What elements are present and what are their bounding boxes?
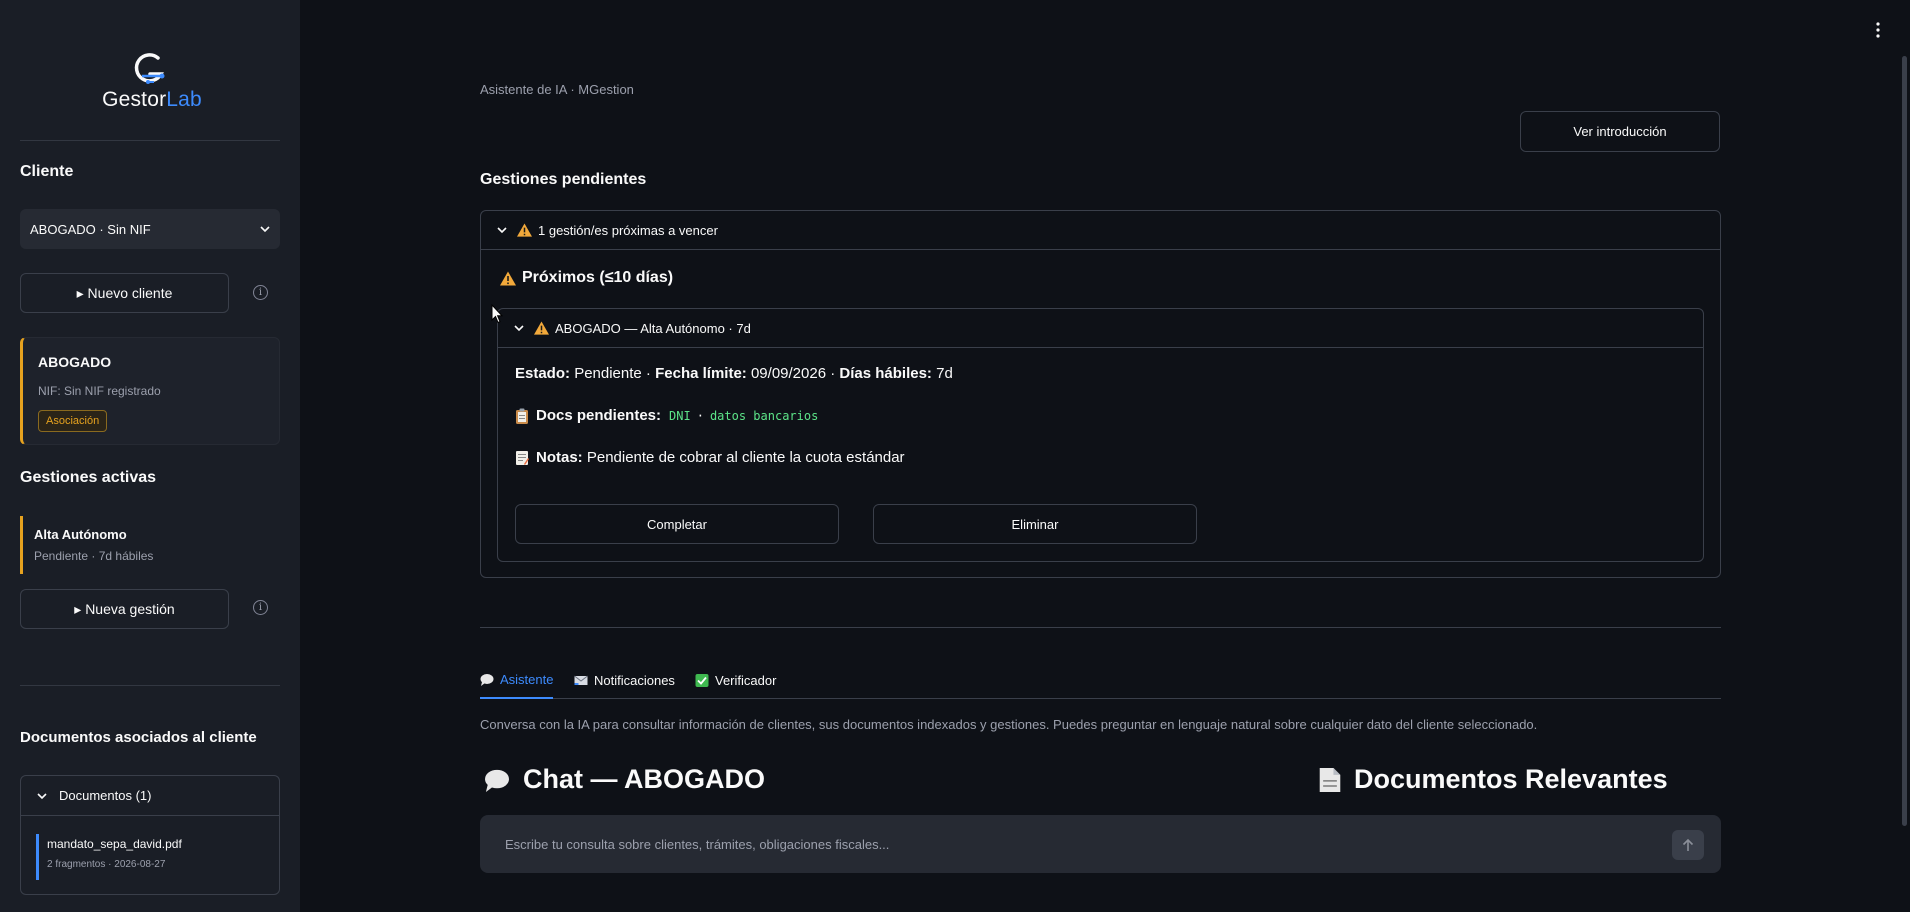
notes-label: Notas: bbox=[536, 449, 583, 466]
chevron-down-icon bbox=[497, 227, 507, 234]
dias-label: Días hábiles: bbox=[839, 365, 932, 382]
pending-doc-separator: · bbox=[696, 408, 704, 423]
speech-bubble-icon bbox=[485, 769, 509, 792]
new-gestion-button[interactable]: ▸ Nueva gestión bbox=[20, 589, 229, 629]
gestorlab-logo-icon bbox=[134, 53, 165, 84]
document-filename: mandato_sepa_david.pdf bbox=[47, 837, 182, 851]
tab-label: Asistente bbox=[500, 672, 554, 687]
speech-bubble-icon bbox=[480, 674, 494, 686]
pending-doc-1: DNI bbox=[669, 408, 691, 423]
new-client-button[interactable]: ▸ Nuevo cliente bbox=[20, 273, 229, 313]
tab-label: Notificaciones bbox=[594, 673, 675, 688]
sidebar-divider bbox=[20, 140, 280, 141]
chat-title: Chat — ABOGADO bbox=[523, 764, 765, 794]
client-nif: NIF: Sin NIF registrado bbox=[38, 384, 161, 398]
pending-doc-2: datos bancarios bbox=[709, 408, 819, 423]
info-icon[interactable]: i bbox=[253, 600, 268, 615]
complete-button[interactable]: Completar bbox=[515, 504, 839, 544]
dias-value: 7d bbox=[936, 365, 953, 382]
document-icon bbox=[1319, 767, 1341, 792]
app-logo: GestorLab bbox=[92, 52, 212, 112]
active-gestion-title: Alta Autónomo bbox=[34, 527, 127, 542]
client-select[interactable]: ABOGADO · Sin NIF bbox=[20, 209, 280, 249]
tab-description: Conversa con la IA para consultar inform… bbox=[480, 717, 1538, 732]
pending-title: Gestiones pendientes bbox=[480, 171, 647, 188]
proximos-heading: Próximos (≤10 días) bbox=[500, 269, 673, 287]
arrow-up-icon bbox=[1682, 838, 1694, 851]
chevron-down-icon bbox=[37, 792, 47, 799]
kebab-menu-icon[interactable] bbox=[1874, 20, 1882, 40]
pending-expander-header[interactable]: 1 gestión/es próximas a vencer bbox=[481, 211, 1720, 250]
breadcrumb: Asistente de IA · MGestion bbox=[480, 82, 634, 97]
warning-icon bbox=[534, 321, 549, 335]
pending-docs-code: DNI · datos bancarios bbox=[669, 409, 818, 423]
fecha-value: 09/09/2026 · bbox=[750, 365, 836, 382]
document-meta: 2 fragmentos · 2026-08-27 bbox=[47, 859, 166, 870]
relevant-docs-title: Documentos Relevantes bbox=[1354, 764, 1668, 794]
proximos-title: Próximos (≤10 días) bbox=[522, 269, 674, 286]
gestion-item-header[interactable]: ABOGADO — Alta Autónomo · 7d bbox=[498, 309, 1703, 348]
client-type-badge: Asociación bbox=[38, 410, 108, 432]
docs-expander-label: Documentos (1) bbox=[59, 788, 152, 803]
info-icon[interactable]: i bbox=[253, 285, 268, 300]
chat-input-placeholder: Escribe tu consulta sobre clientes, trám… bbox=[505, 836, 890, 852]
fecha-label: Fecha límite: bbox=[655, 365, 747, 382]
scrollbar[interactable] bbox=[1902, 56, 1907, 826]
send-button[interactable] bbox=[1672, 830, 1704, 860]
estado-value: Pendiente · bbox=[574, 365, 651, 382]
active-gestiones-heading: Gestiones activas bbox=[20, 469, 157, 486]
relevant-docs-heading: Documentos Relevantes bbox=[1318, 764, 1668, 795]
client-name: ABOGADO bbox=[38, 354, 112, 370]
gestion-item-expander: ABOGADO — Alta Autónomo · 7d Estado: Pen… bbox=[497, 308, 1704, 562]
delete-button[interactable]: Eliminar bbox=[873, 504, 1197, 544]
chevron-down-icon bbox=[514, 325, 524, 332]
docs-pending-label: Docs pendientes: bbox=[536, 407, 662, 424]
tab-asistente[interactable]: Asistente bbox=[480, 662, 554, 699]
tab-label: Verificador bbox=[715, 673, 777, 688]
pending-expander: 1 gestión/es próximas a vencer Próximos … bbox=[480, 210, 1721, 578]
document-item[interactable]: mandato_sepa_david.pdf 2 fragmentos · 20… bbox=[36, 834, 182, 880]
chevron-down-icon bbox=[260, 226, 270, 233]
client-heading: Cliente bbox=[20, 163, 74, 180]
envelope-icon bbox=[574, 675, 588, 685]
chat-heading: Chat — ABOGADO bbox=[483, 764, 765, 795]
gestion-item-label: ABOGADO — Alta Autónomo · 7d bbox=[555, 320, 751, 336]
sidebar-divider bbox=[20, 685, 280, 686]
notes-value: Pendiente de cobrar al cliente la cuota … bbox=[586, 449, 905, 466]
estado-label: Estado: bbox=[515, 365, 571, 382]
tab-bar: Asistente Notificaciones Verificador bbox=[480, 662, 1721, 699]
mouse-cursor-icon bbox=[491, 304, 503, 324]
client-card: ABOGADO NIF: Sin NIF registrado Asociaci… bbox=[20, 337, 280, 445]
warning-icon bbox=[517, 223, 532, 237]
tab-verificador[interactable]: Verificador bbox=[695, 662, 776, 699]
pending-expander-label: 1 gestión/es próximas a vencer bbox=[538, 222, 718, 238]
docs-expander-header[interactable]: Documentos (1) bbox=[21, 776, 279, 816]
logo-text: GestorLab bbox=[102, 88, 202, 111]
clipboard-icon bbox=[516, 408, 528, 424]
client-select-value: ABOGADO · Sin NIF bbox=[30, 221, 151, 237]
memo-icon bbox=[516, 450, 529, 465]
docs-expander: Documentos (1) mandato_sepa_david.pdf 2 … bbox=[20, 775, 280, 895]
active-gestion-card[interactable]: Alta Autónomo Pendiente · 7d hábiles bbox=[20, 516, 280, 574]
check-box-icon bbox=[695, 674, 709, 687]
chat-input[interactable]: Escribe tu consulta sobre clientes, trám… bbox=[480, 815, 1721, 873]
docs-heading: Documentos asociados al cliente bbox=[20, 729, 257, 746]
notes-line: Notas: Pendiente de cobrar al cliente la… bbox=[515, 449, 905, 466]
active-gestion-status: Pendiente · 7d hábiles bbox=[34, 549, 154, 563]
sidebar: GestorLab Cliente ABOGADO · Sin NIF ▸ Nu… bbox=[0, 0, 300, 912]
view-intro-button[interactable]: Ver introducción bbox=[1520, 111, 1720, 152]
divider bbox=[480, 627, 1721, 628]
tab-notificaciones[interactable]: Notificaciones bbox=[574, 662, 675, 699]
docs-pending-line: Docs pendientes: DNI · datos bancarios bbox=[515, 407, 818, 424]
gestion-status-line: Estado: Pendiente · Fecha límite: 09/09/… bbox=[515, 365, 953, 382]
warning-icon bbox=[500, 271, 516, 285]
